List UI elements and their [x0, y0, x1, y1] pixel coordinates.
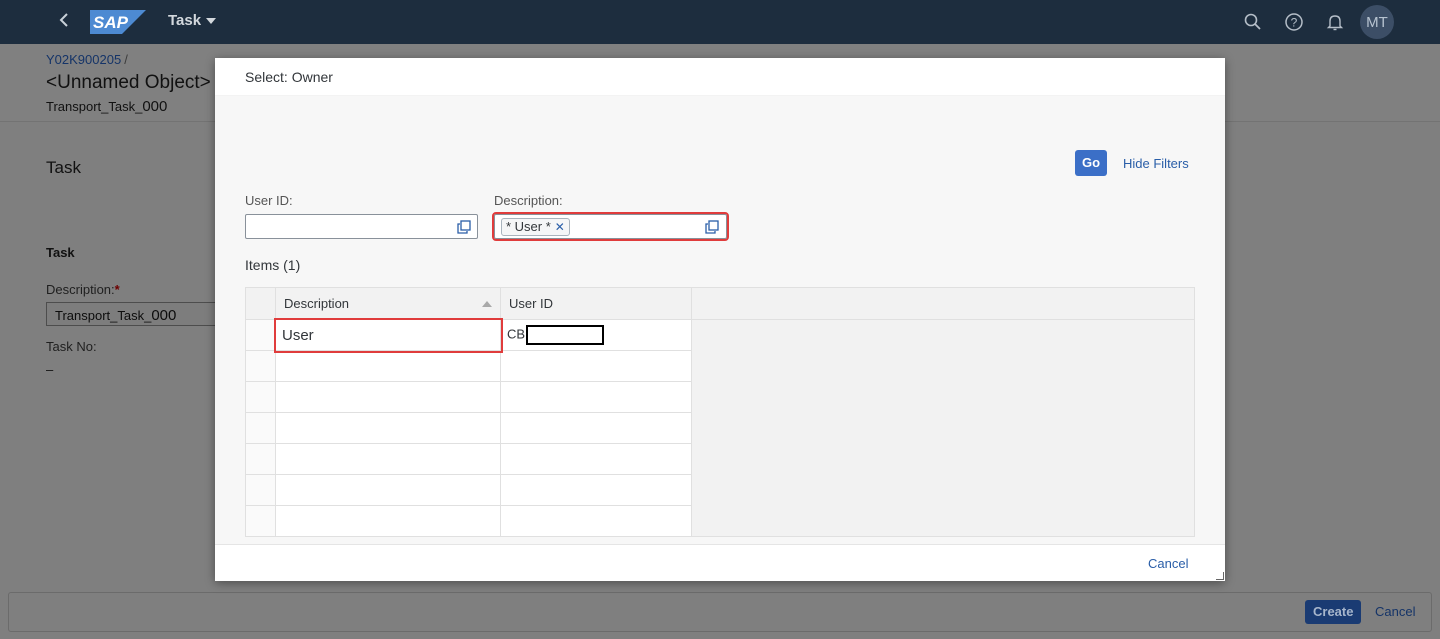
app-title-menu[interactable]: Task: [168, 12, 217, 29]
dialog-footer: Cancel: [215, 544, 1225, 581]
empty-cell: [500, 505, 692, 537]
go-button[interactable]: Go: [1075, 150, 1107, 176]
user-id-input[interactable]: [245, 214, 478, 239]
description-filter-input[interactable]: * User * ✕: [492, 212, 729, 241]
hide-filters-link[interactable]: Hide Filters: [1123, 156, 1189, 171]
empty-cell: [500, 474, 692, 506]
column-header-user-id-label: User ID: [509, 296, 554, 311]
value-help-icon[interactable]: [457, 220, 471, 234]
object-subtitle-num: 000: [142, 98, 168, 115]
filter-token-text: * User *: [506, 219, 551, 234]
description-field-num: 000: [151, 307, 177, 324]
row-selector-header: [245, 287, 276, 320]
breadcrumb-separator: /: [124, 52, 128, 67]
empty-cell: [275, 505, 501, 537]
filter-token: * User * ✕: [501, 218, 570, 236]
breadcrumb: Y02K900205/: [46, 52, 128, 67]
column-header-filler: [691, 287, 1195, 320]
description-label: Description:*: [46, 282, 120, 297]
token-remove-icon[interactable]: ✕: [555, 219, 565, 235]
user-avatar[interactable]: MT: [1360, 5, 1394, 39]
column-header-description[interactable]: Description: [275, 287, 501, 320]
empty-cell: [275, 381, 501, 413]
description-field[interactable]: Transport_Task_000: [46, 302, 226, 326]
dialog-title: Select: Owner: [245, 69, 333, 85]
empty-cell: [245, 505, 276, 537]
object-subtitle-prefix: Transport_Task_: [46, 99, 143, 114]
description-cell[interactable]: User: [273, 317, 503, 353]
empty-cell: [245, 443, 276, 475]
svg-text:?: ?: [1291, 16, 1298, 30]
group-title: Task: [46, 245, 75, 260]
task-no-value: –: [46, 362, 54, 377]
empty-cell: [245, 350, 276, 382]
column-header-description-label: Description: [284, 296, 350, 311]
section-title: Task: [46, 158, 81, 177]
app-title: Task: [168, 12, 202, 29]
table-header-row: Description User ID: [245, 287, 1195, 320]
footer-toolbar: Create Cancel: [8, 592, 1432, 632]
empty-cell: [245, 412, 276, 444]
breadcrumb-link[interactable]: Y02K900205: [46, 52, 121, 67]
resize-handle[interactable]: [1216, 572, 1224, 580]
required-marker: *: [114, 282, 120, 297]
empty-cell: [500, 381, 692, 413]
empty-cell: [245, 381, 276, 413]
table-filler: [691, 319, 1195, 537]
search-icon[interactable]: [1243, 12, 1263, 32]
object-title: <Unnamed Object>: [46, 72, 211, 93]
table-row[interactable]: User CB: [245, 317, 1195, 537]
empty-cell: [500, 412, 692, 444]
dialog-body: Go Hide Filters User ID: Description: * …: [215, 96, 1225, 544]
back-button[interactable]: [54, 10, 74, 34]
redacted-box: [526, 325, 605, 345]
value-help-icon[interactable]: [705, 220, 719, 234]
footer-cancel-button[interactable]: Cancel: [1375, 600, 1415, 624]
select-owner-dialog: Select: Owner Go Hide Filters User ID: D…: [215, 58, 1225, 581]
items-table: Description User ID User CB: [245, 287, 1195, 537]
items-title: Items (1): [245, 257, 301, 273]
caret-down-icon: [206, 17, 217, 24]
chevron-left-icon: [59, 13, 68, 27]
shell-bar: SAP Task ? MT: [0, 0, 1440, 44]
empty-cell: [500, 350, 692, 382]
description-cell-text: User: [282, 326, 314, 344]
dialog-header: Select: Owner: [215, 58, 1225, 96]
sort-ascending-icon: [482, 301, 492, 307]
description-field-prefix: Transport_Task_: [55, 308, 152, 323]
user-id-cell-text: CB: [507, 326, 526, 342]
task-no-label: Task No:: [46, 339, 97, 354]
create-button[interactable]: Create: [1305, 600, 1362, 624]
empty-cell: [275, 443, 501, 475]
description-label-text: Description:: [46, 282, 115, 297]
dialog-cancel-button[interactable]: Cancel: [1148, 556, 1188, 571]
empty-cell: [275, 412, 501, 444]
empty-cell: [500, 443, 692, 475]
sap-logo: SAP: [90, 10, 146, 34]
column-header-user-id[interactable]: User ID: [500, 287, 692, 320]
empty-cell: [275, 474, 501, 506]
empty-cell: [245, 474, 276, 506]
help-icon[interactable]: ?: [1284, 12, 1304, 32]
empty-cell: [275, 350, 501, 382]
user-id-cell[interactable]: CB: [500, 319, 692, 351]
row-selector[interactable]: [245, 319, 276, 351]
object-subtitle: Transport_Task_000: [46, 98, 167, 115]
sap-logo-text: SAP: [93, 13, 129, 32]
user-id-label: User ID:: [245, 193, 293, 208]
bell-icon[interactable]: [1325, 12, 1345, 32]
description-filter-label: Description:: [494, 193, 563, 208]
